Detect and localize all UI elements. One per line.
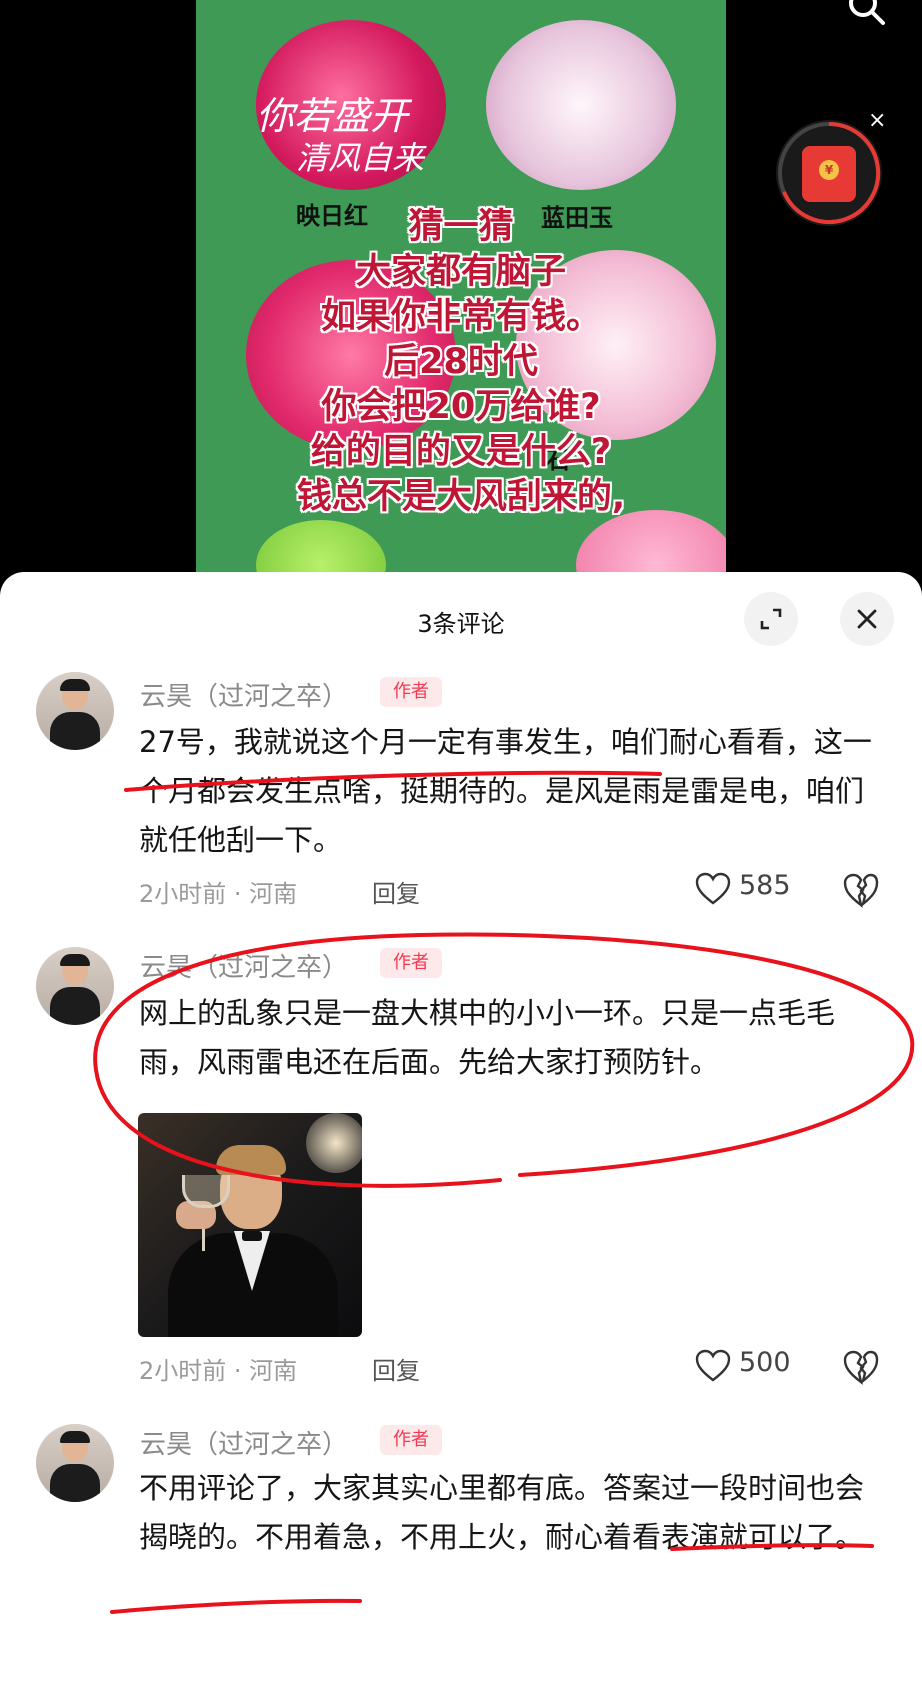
flower-image (486, 20, 676, 190)
red-packet-widget[interactable]: ¥ (776, 120, 882, 226)
close-button[interactable] (840, 592, 894, 646)
broken-heart-icon (843, 873, 879, 908)
like-button[interactable]: 585 (695, 870, 805, 910)
caption-line: 钱总不是大风刮来的, (296, 477, 626, 517)
close-icon[interactable]: × (868, 108, 886, 133)
username[interactable]: 云昊（过河之卒） (140, 1424, 348, 1461)
close-icon (857, 609, 877, 629)
avatar-hair (60, 1431, 90, 1443)
like-count: 500 (739, 1347, 791, 1378)
caption-line: 大家都有脑子 (355, 252, 566, 292)
dislike-button[interactable] (842, 872, 880, 910)
video-caption: 猜一猜 大家都有脑子 如果你非常有钱。 后28时代 你会把20万给谁? 给的目的… (196, 205, 726, 520)
expand-button[interactable] (744, 592, 798, 646)
avatar[interactable] (36, 947, 114, 1025)
broken-heart-icon (843, 1350, 879, 1385)
expand-icon (760, 608, 782, 630)
avatar[interactable] (36, 1424, 114, 1502)
image-bowtie (242, 1231, 262, 1241)
caption-line: 后28时代 (384, 342, 538, 382)
author-badge: 作者 (380, 677, 442, 707)
image-hair (216, 1145, 286, 1175)
calligraphy-line: 清风自来 (296, 139, 425, 177)
caption-line: 猜一猜 (408, 207, 514, 247)
comment-text: 网上的乱象只是一盘大棋中的小小一环。只是一点毛毛雨，风雨雷电还在后面。先给大家打… (139, 996, 836, 1079)
caption-line: 给的目的又是什么? (310, 432, 612, 472)
comment-text: 不用评论了，大家其实心里都有底。答案过一段时间也会揭晓的。不用着急，不用上火，耐… (139, 1471, 865, 1554)
heart-icon (695, 1349, 731, 1382)
like-count: 585 (739, 870, 791, 901)
username[interactable]: 云昊（过河之卒） (140, 676, 348, 713)
comment-sheet: 3条评论 云昊（过河之卒） 作者 27号，我就说这个月一定有事发生，咱们耐心看看… (0, 572, 922, 1682)
video-player[interactable]: 你若盛开 清风自来 映日红 蓝田玉 石 猜一猜 大家都有脑子 如果你非常有钱。 … (0, 0, 922, 600)
caption-line: 你会把20万给谁? (321, 387, 601, 427)
calligraphy-text: 你若盛开 清风自来 (256, 95, 466, 179)
like-button[interactable]: 500 (695, 1347, 805, 1387)
reply-button[interactable]: 回复 (372, 874, 420, 909)
author-badge: 作者 (380, 1425, 442, 1455)
video-frame[interactable]: 你若盛开 清风自来 映日红 蓝田玉 石 猜一猜 大家都有脑子 如果你非常有钱。 … (196, 0, 726, 600)
yuan-seal-icon: ¥ (819, 160, 839, 180)
avatar-hair (60, 954, 90, 966)
image-light (306, 1113, 362, 1173)
username[interactable]: 云昊（过河之卒） (140, 947, 348, 984)
red-packet-icon: ¥ (802, 146, 856, 202)
dislike-button[interactable] (842, 1349, 880, 1387)
comment-meta: 2小时前 · 河南 (139, 880, 298, 908)
avatar[interactable] (36, 672, 114, 750)
comment-meta: 2小时前 · 河南 (139, 1357, 298, 1385)
comment-text: 27号，我就说这个月一定有事发生，咱们耐心看看，这一个月都会发生点啥，挺期待的。… (139, 725, 872, 857)
calligraphy-line: 你若盛开 (256, 94, 409, 138)
search-icon[interactable] (846, 0, 886, 26)
avatar-body (50, 1464, 100, 1502)
avatar-body (50, 987, 100, 1025)
attached-image[interactable] (138, 1113, 362, 1337)
heart-icon (695, 872, 731, 905)
avatar-body (50, 712, 100, 750)
reply-button[interactable]: 回复 (372, 1351, 420, 1386)
caption-line: 如果你非常有钱。 (320, 297, 601, 337)
image-glass (182, 1175, 230, 1208)
avatar-hair (60, 679, 90, 691)
author-badge: 作者 (380, 948, 442, 978)
